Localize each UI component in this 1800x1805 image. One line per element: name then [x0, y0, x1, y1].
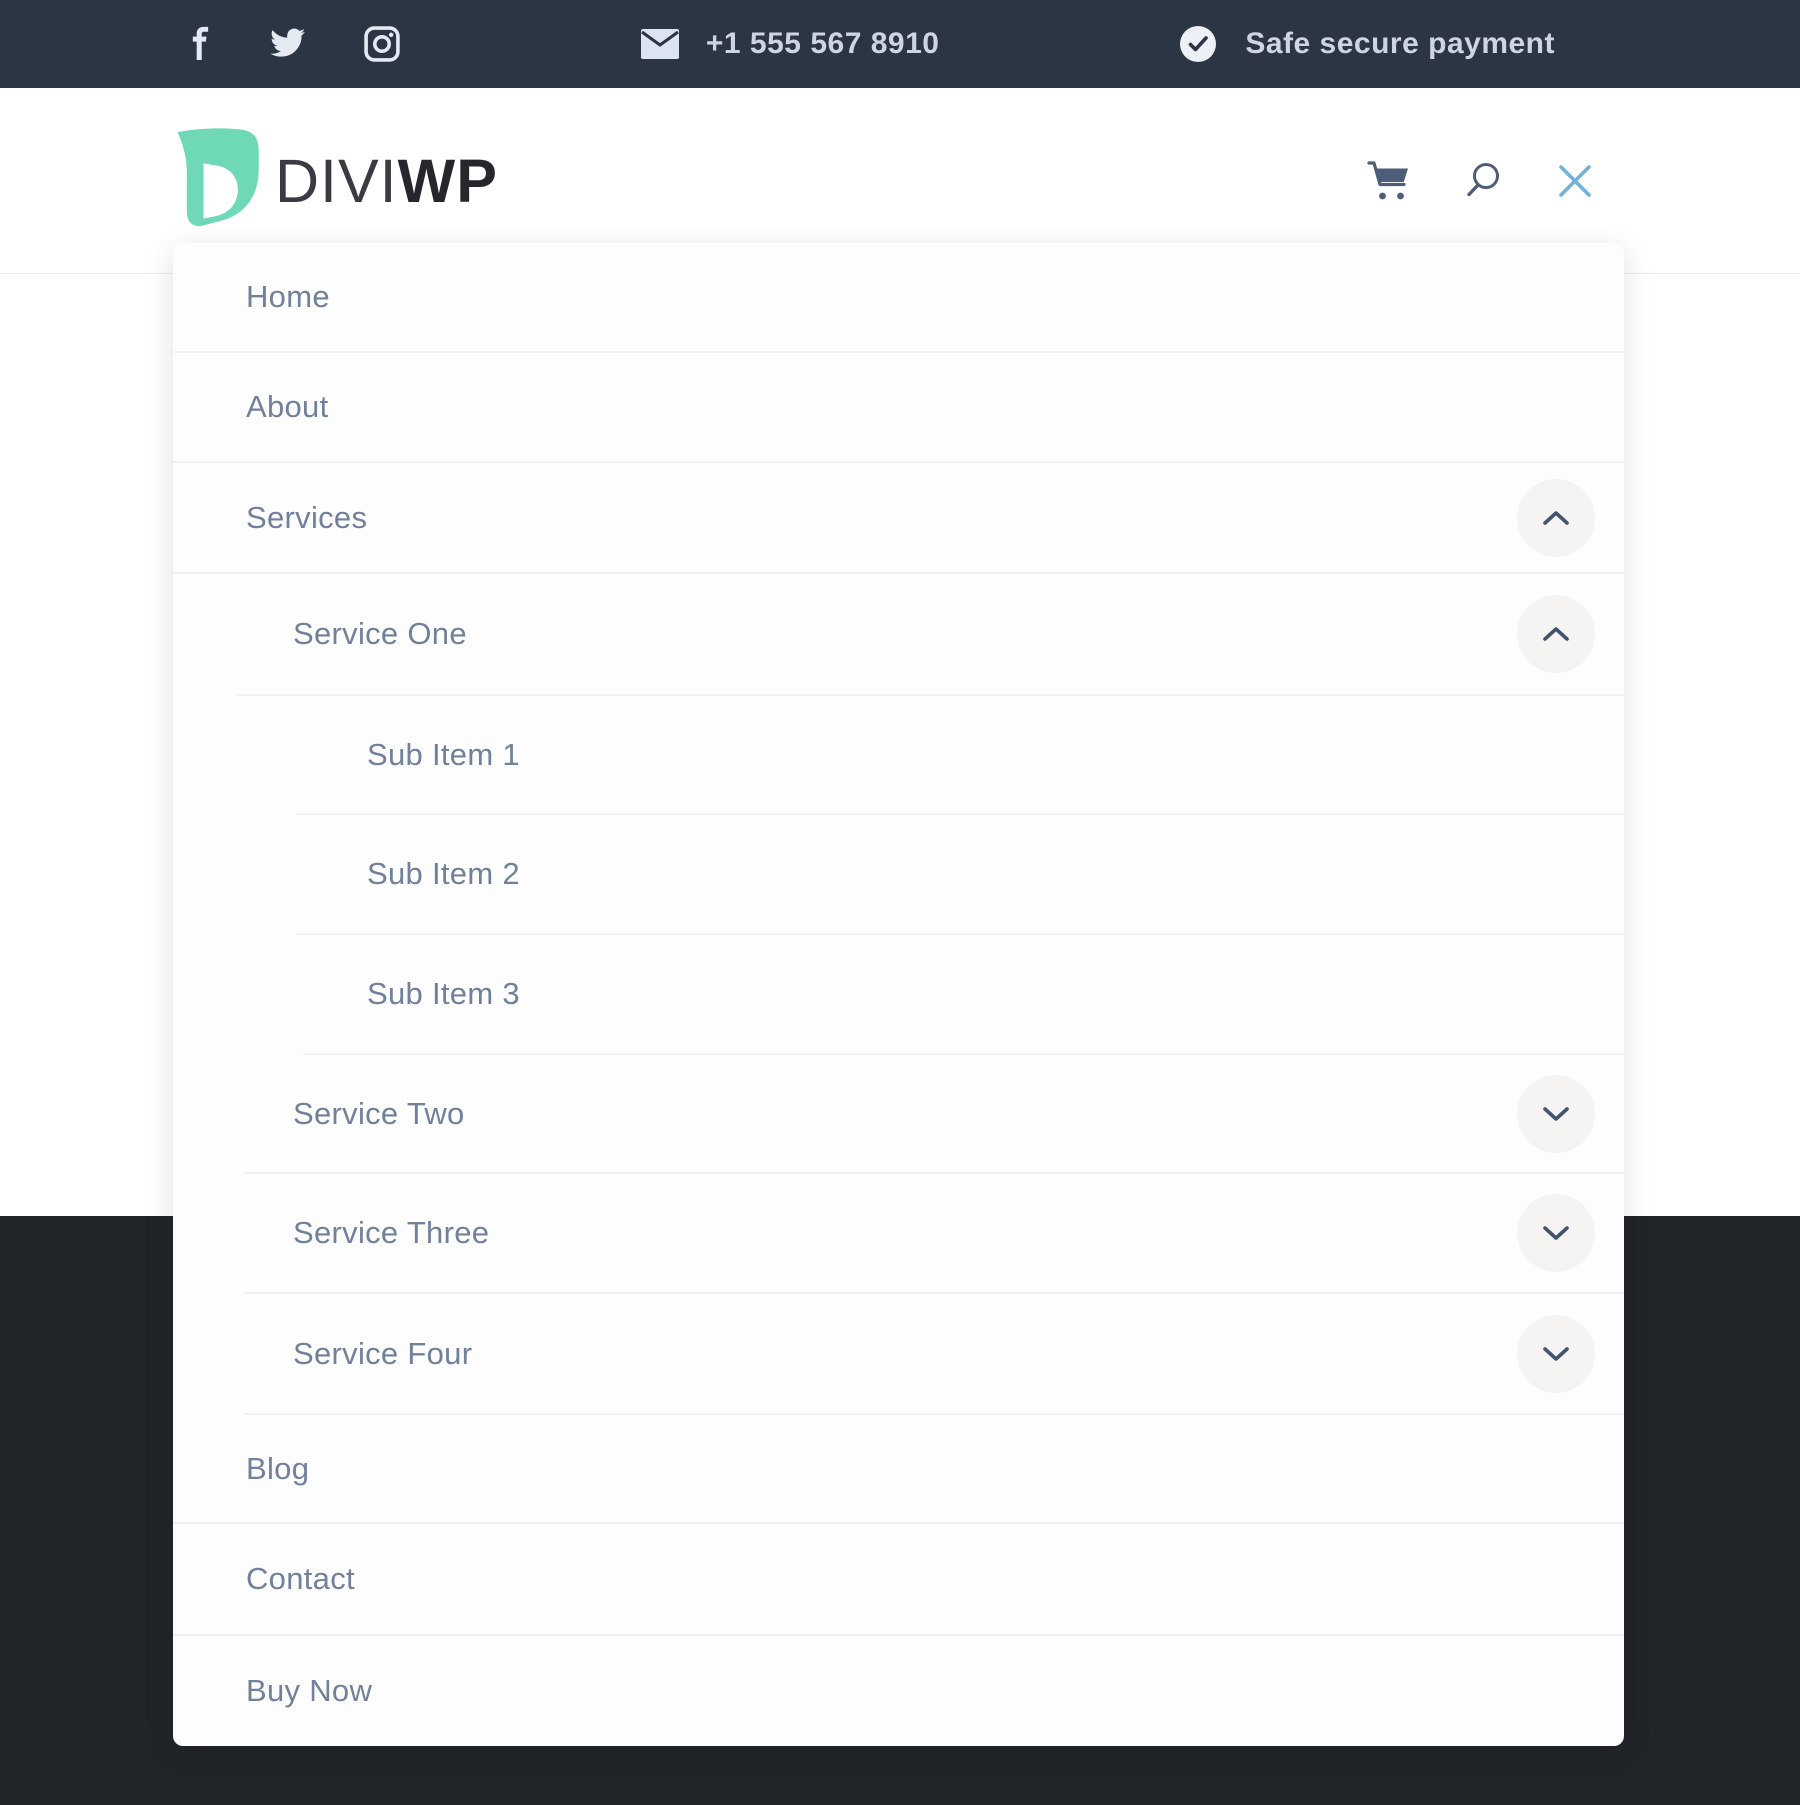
menu-item-label[interactable]: Service One	[293, 616, 467, 652]
menu-item-label[interactable]: Sub Item 2	[367, 856, 520, 892]
menu-item-services[interactable]: Services	[173, 463, 1624, 572]
topbar: +1 555 567 8910 Safe secure payment	[0, 0, 1800, 88]
menu-item-label[interactable]: Blog	[246, 1451, 309, 1487]
menu-item-service-three[interactable]: Service Three	[173, 1174, 1624, 1292]
logo-text-divi: DIVI	[275, 146, 398, 216]
submenu-collapse-toggle[interactable]	[1517, 595, 1595, 673]
site-logo[interactable]: DIVIWP	[173, 128, 498, 233]
facebook-icon[interactable]	[190, 26, 210, 62]
mobile-menu-panel: Home About Services Service One Sub It	[173, 243, 1624, 1746]
submenu-collapse-toggle[interactable]	[1517, 479, 1595, 557]
phone-number[interactable]: +1 555 567 8910	[706, 27, 940, 61]
logo-text-wp: WP	[398, 146, 498, 216]
submenu-expand-toggle[interactable]	[1517, 1315, 1595, 1393]
menu-item-label[interactable]: About	[246, 389, 329, 425]
mail-icon	[640, 28, 680, 60]
search-icon[interactable]	[1464, 161, 1504, 201]
logo-wordmark: DIVIWP	[275, 146, 498, 216]
menu-item-label[interactable]: Services	[246, 500, 367, 536]
menu-item-label[interactable]: Buy Now	[246, 1673, 372, 1709]
menu-item-label[interactable]: Home	[246, 279, 330, 315]
menu-item-buy-now[interactable]: Buy Now	[173, 1636, 1624, 1746]
menu-item-label[interactable]: Service Four	[293, 1336, 472, 1372]
chevron-up-icon	[1541, 509, 1571, 527]
submenu-expand-toggle[interactable]	[1517, 1194, 1595, 1272]
header-actions	[1366, 160, 1594, 202]
menu-item-sub-item-3[interactable]: Sub Item 3	[173, 935, 1624, 1053]
chevron-down-icon	[1541, 1224, 1571, 1242]
cart-icon[interactable]	[1366, 160, 1412, 202]
menu-item-about[interactable]: About	[173, 353, 1624, 461]
social-links	[190, 26, 400, 62]
menu-item-sub-item-1[interactable]: Sub Item 1	[173, 696, 1624, 813]
phone-contact[interactable]: +1 555 567 8910	[640, 27, 940, 61]
chevron-down-icon	[1541, 1105, 1571, 1123]
submenu-expand-toggle[interactable]	[1517, 1075, 1595, 1153]
instagram-icon[interactable]	[364, 26, 400, 62]
secure-payment-label: Safe secure payment	[1245, 27, 1555, 61]
menu-item-service-two[interactable]: Service Two	[173, 1055, 1624, 1172]
diviwp-logo-icon	[173, 128, 259, 233]
menu-item-contact[interactable]: Contact	[173, 1524, 1624, 1634]
menu-item-service-four[interactable]: Service Four	[173, 1294, 1624, 1413]
twitter-icon[interactable]	[268, 28, 306, 60]
menu-item-label[interactable]: Service Three	[293, 1215, 489, 1251]
menu-item-label[interactable]: Sub Item 3	[367, 976, 520, 1012]
menu-item-label[interactable]: Service Two	[293, 1096, 465, 1132]
menu-item-home[interactable]: Home	[173, 243, 1624, 351]
menu-item-sub-item-2[interactable]: Sub Item 2	[173, 815, 1624, 933]
menu-item-service-one[interactable]: Service One	[173, 574, 1624, 694]
menu-item-label[interactable]: Sub Item 1	[367, 737, 520, 773]
close-icon[interactable]	[1556, 162, 1594, 200]
secure-payment-badge: Safe secure payment	[1179, 25, 1555, 63]
check-circle-icon	[1179, 25, 1217, 63]
chevron-down-icon	[1541, 1345, 1571, 1363]
menu-item-blog[interactable]: Blog	[173, 1415, 1624, 1522]
chevron-up-icon	[1541, 625, 1571, 643]
menu-item-label[interactable]: Contact	[246, 1561, 355, 1597]
